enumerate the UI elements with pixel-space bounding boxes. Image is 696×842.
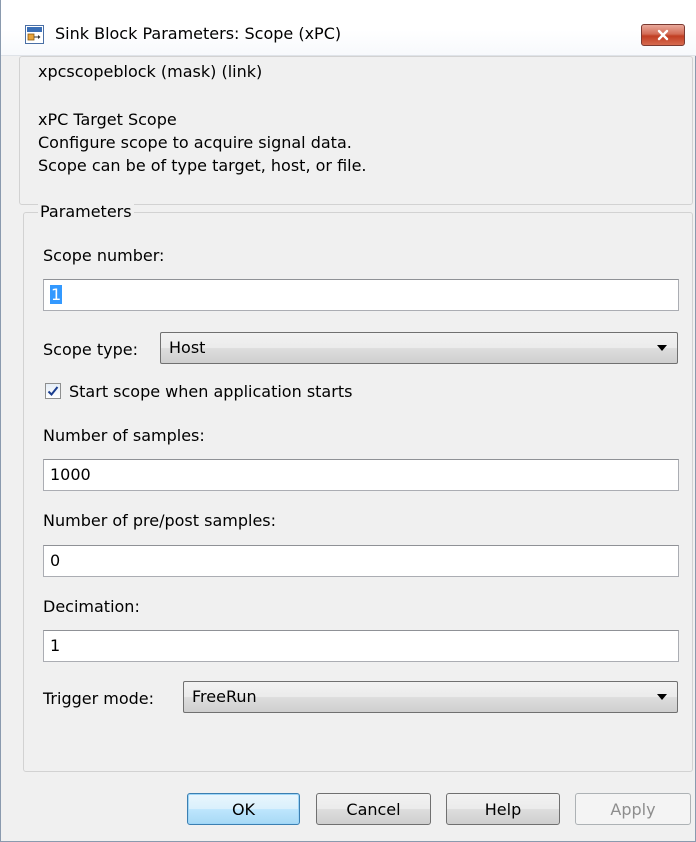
help-button[interactable]: Help <box>446 793 560 825</box>
num-prepost-input[interactable]: 0 <box>43 545 679 577</box>
dialog-window: Sink Block Parameters: Scope (xPC) xpcsc… <box>0 0 696 842</box>
window-title: Sink Block Parameters: Scope (xPC) <box>55 24 342 43</box>
cancel-button[interactable]: Cancel <box>316 793 431 825</box>
mask-description-line-3: Scope can be of type target, host, or fi… <box>38 156 367 175</box>
num-samples-label: Number of samples: <box>43 426 205 445</box>
simulink-block-icon <box>25 25 44 44</box>
trigger-mode-select[interactable]: FreeRun <box>183 681 678 713</box>
apply-button: Apply <box>575 793 691 825</box>
title-bar[interactable]: Sink Block Parameters: Scope (xPC) <box>1 0 696 56</box>
num-prepost-label: Number of pre/post samples: <box>43 511 277 530</box>
decimation-label: Decimation: <box>43 597 140 616</box>
start-scope-checkbox[interactable] <box>45 383 61 399</box>
trigger-mode-value: FreeRun <box>192 687 257 706</box>
mask-description-line-2: Configure scope to acquire signal data. <box>38 133 352 152</box>
scope-type-value: Host <box>169 338 206 357</box>
scope-number-input[interactable]: 1 <box>43 279 679 311</box>
chevron-down-icon <box>657 345 667 351</box>
decimation-input[interactable]: 1 <box>43 630 679 662</box>
parameters-group-label: Parameters <box>38 202 134 221</box>
mask-description-line-1: xPC Target Scope <box>38 110 177 129</box>
scope-type-label: Scope type: <box>43 340 138 359</box>
scope-type-select[interactable]: Host <box>160 332 678 364</box>
mask-header: xpcscopeblock (mask) (link) <box>38 62 263 81</box>
close-icon <box>657 29 669 41</box>
chevron-down-icon <box>657 694 667 700</box>
scope-number-label: Scope number: <box>43 246 165 265</box>
close-button[interactable] <box>641 24 685 46</box>
ok-button[interactable]: OK <box>187 793 300 825</box>
num-samples-input[interactable]: 1000 <box>43 459 679 491</box>
start-scope-label[interactable]: Start scope when application starts <box>69 382 352 401</box>
trigger-mode-label: Trigger mode: <box>43 689 155 708</box>
scope-number-value: 1 <box>50 285 63 304</box>
checkmark-icon <box>47 386 59 396</box>
